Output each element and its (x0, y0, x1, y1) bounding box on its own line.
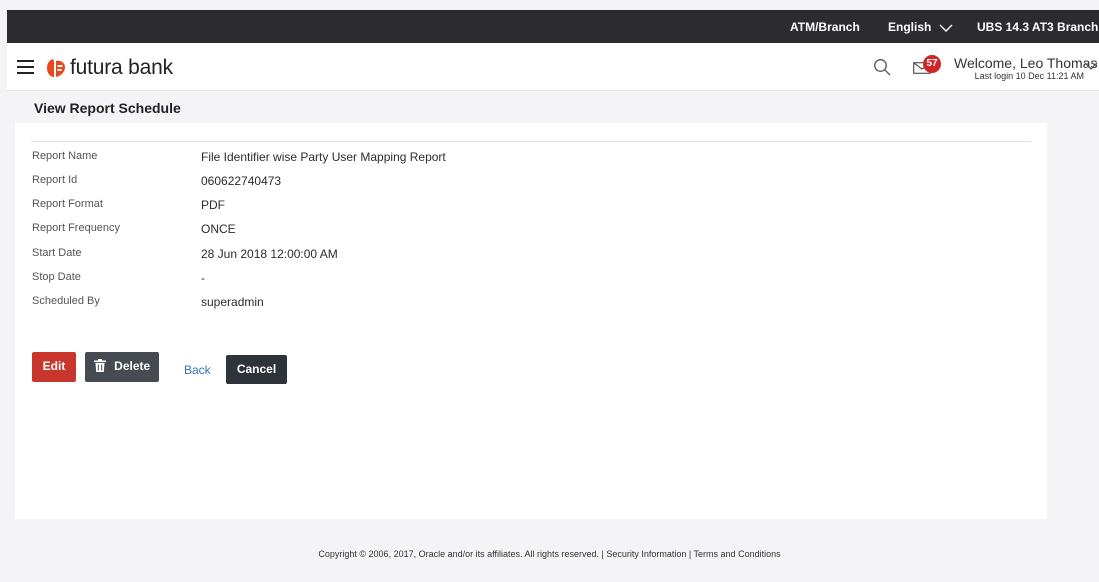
futura-logo-icon (47, 59, 65, 77)
branch-selector[interactable]: UBS 14.3 AT3 Branch (977, 20, 1099, 34)
footer-copyright: Copyright © 2006, 2017, Oracle and/or it… (318, 549, 781, 559)
report-format-value: PDF (201, 198, 225, 212)
report-name-label: Report Name (32, 150, 98, 162)
report-format-label: Report Format (32, 198, 103, 210)
atm-branch-link[interactable]: ATM/Branch (790, 20, 860, 34)
scheduled-by-label: Scheduled By (32, 295, 100, 307)
cancel-button[interactable]: Cancel (226, 355, 287, 384)
start-date-value: 28 Jun 2018 12:00:00 AM (201, 247, 338, 261)
brand-name: futura bank (70, 56, 173, 79)
report-frequency-label: Report Frequency (32, 222, 121, 234)
report-id-label: Report Id (32, 174, 78, 186)
app-header: futura bank 57 Welcome, Leo Thomas Last … (7, 43, 1099, 91)
search-icon[interactable] (873, 58, 891, 76)
start-date-label: Start Date (32, 247, 82, 259)
menu-icon[interactable] (17, 60, 34, 74)
trash-icon (93, 359, 106, 372)
edit-button[interactable]: Edit (32, 352, 76, 382)
stop-date-value: - (201, 271, 205, 285)
chevron-down-icon[interactable] (1084, 62, 1098, 70)
language-label: English (888, 20, 932, 34)
welcome-text: Welcome, Leo Thomas (954, 55, 1098, 71)
user-menu[interactable]: Welcome, Leo Thomas Last login 10 Dec 11… (954, 55, 1098, 81)
stop-date-label: Stop Date (32, 271, 81, 283)
report-details-card: Report Name File Identifier wise Party U… (15, 123, 1047, 519)
report-id-value: 060622740473 (201, 174, 282, 188)
top-bar: ATM/Branch English UBS 14.3 AT3 Branch (7, 10, 1099, 43)
page-title: View Report Schedule (34, 100, 181, 116)
chevron-down-icon (939, 24, 953, 32)
divider (31, 141, 1031, 142)
report-name-value: File Identifier wise Party User Mapping … (201, 150, 446, 164)
mail-count-badge: 57 (923, 55, 941, 73)
report-frequency-value: ONCE (201, 222, 236, 236)
brand-logo[interactable]: futura bank (46, 56, 173, 79)
back-link[interactable]: Back (184, 363, 211, 377)
branch-label: UBS 14.3 AT3 Branch (977, 20, 1099, 34)
delete-label: Delete (114, 359, 151, 373)
scheduled-by-value: superadmin (201, 295, 264, 309)
delete-button[interactable]: Delete (85, 352, 159, 382)
last-login-text: Last login 10 Dec 11:21 AM (974, 71, 1084, 81)
language-selector[interactable]: English (888, 20, 953, 34)
